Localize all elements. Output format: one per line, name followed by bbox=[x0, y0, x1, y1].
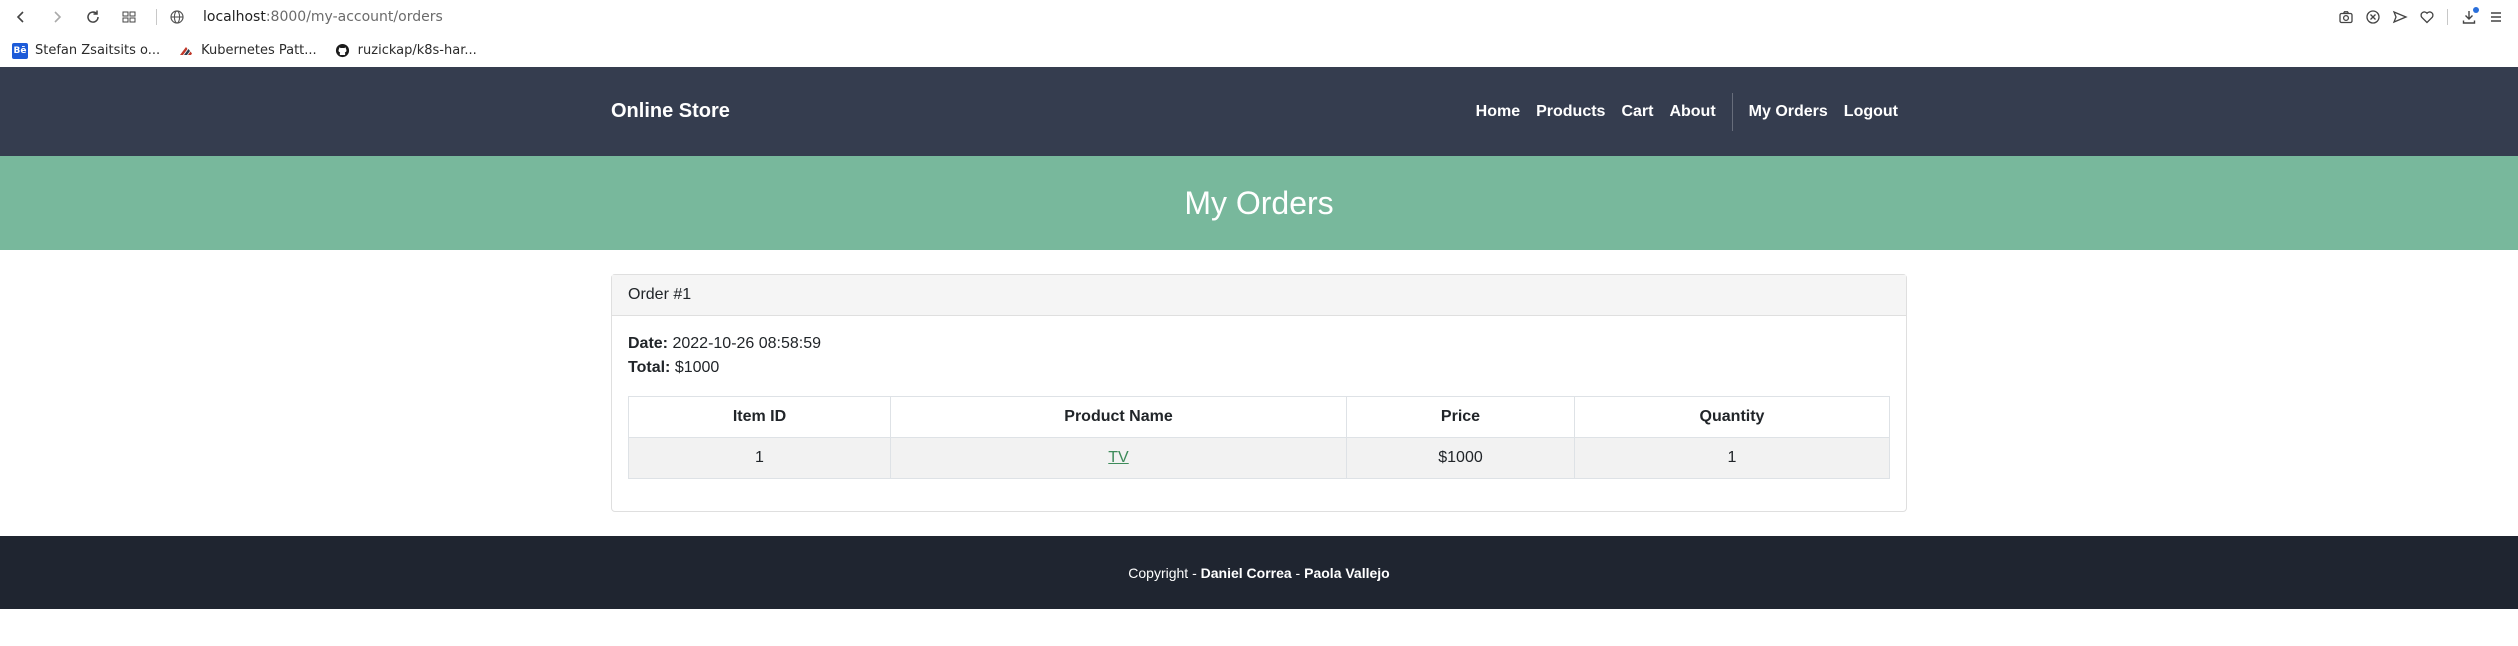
site-info-icon[interactable] bbox=[169, 9, 185, 25]
browser-chrome: localhost:8000/my-account/orders Bē Stef… bbox=[0, 0, 2518, 67]
browser-toolbar-right bbox=[2329, 0, 2506, 34]
cell-item-id: 1 bbox=[628, 437, 891, 479]
behance-icon: Bē bbox=[12, 42, 28, 59]
column-header-quantity: Quantity bbox=[1574, 396, 1890, 438]
order-heading: Order #1 bbox=[612, 275, 1906, 316]
nav-divider bbox=[1731, 92, 1733, 131]
bookmarks-bar: Bē Stefan Zsaitsits o... Kubernetes Patt… bbox=[0, 34, 2518, 67]
brand-link[interactable]: Online Store bbox=[611, 67, 730, 156]
bookmark-label: Stefan Zsaitsits o... bbox=[35, 43, 161, 58]
footer-author-1: Daniel Correa bbox=[1200, 564, 1292, 581]
bookmark-item[interactable]: Kubernetes Patt... bbox=[178, 43, 317, 59]
order-date: Date: 2022-10-26 08:58:59 bbox=[628, 332, 1890, 356]
bookmark-label: ruzickap/k8s-har... bbox=[357, 43, 477, 58]
site-footer: Copyright - Daniel Correa - Paola Vallej… bbox=[0, 536, 2518, 609]
nav-about[interactable]: About bbox=[1669, 103, 1715, 121]
column-header-product-name: Product Name bbox=[890, 396, 1347, 438]
address-bar-row: localhost:8000/my-account/orders bbox=[0, 0, 2518, 34]
footer-text: Copyright - Daniel Correa - Paola Vallej… bbox=[1128, 565, 1389, 581]
nav-links: Home Products Cart About My Orders Logou… bbox=[1460, 67, 1898, 156]
table-header-row: Item ID Product Name Price Quantity bbox=[628, 396, 1890, 438]
footer-separator: - bbox=[1291, 564, 1305, 581]
cell-price: $1000 bbox=[1346, 437, 1575, 479]
page-title: My Orders bbox=[1184, 184, 1334, 221]
bookmark-item[interactable]: Bē Stefan Zsaitsits o... bbox=[12, 42, 161, 59]
column-header-item-id: Item ID bbox=[628, 396, 891, 438]
order-total-label: Total: bbox=[628, 359, 671, 376]
cell-product-name: TV bbox=[890, 437, 1347, 479]
url-host: localhost bbox=[203, 9, 266, 25]
kubernetes-patterns-icon bbox=[178, 43, 194, 59]
page-header: My Orders bbox=[0, 156, 2518, 250]
column-header-price: Price bbox=[1346, 396, 1575, 438]
order-card: Order #1 Date: 2022-10-26 08:58:59 Total… bbox=[611, 274, 1907, 512]
cell-quantity: 1 bbox=[1574, 437, 1890, 479]
download-icon[interactable] bbox=[2459, 7, 2479, 27]
block-icon[interactable] bbox=[2363, 7, 2383, 27]
tab-grid-icon[interactable] bbox=[118, 6, 140, 28]
footer-author-2: Paola Vallejo bbox=[1304, 564, 1390, 581]
page-bottom bbox=[0, 609, 2518, 646]
table-row: 1 TV $1000 1 bbox=[628, 437, 1890, 479]
bookmark-label: Kubernetes Patt... bbox=[201, 43, 317, 58]
nav-home[interactable]: Home bbox=[1476, 103, 1520, 121]
back-icon[interactable] bbox=[10, 6, 32, 28]
download-badge bbox=[2473, 7, 2479, 13]
toolbar-divider bbox=[2447, 9, 2448, 25]
footer-prefix: Copyright - bbox=[1128, 564, 1201, 581]
nav-my-orders[interactable]: My Orders bbox=[1749, 103, 1828, 121]
nav-cart[interactable]: Cart bbox=[1621, 103, 1653, 121]
order-body: Date: 2022-10-26 08:58:59 Total: $1000 I… bbox=[612, 316, 1906, 495]
url-field[interactable]: localhost:8000/my-account/orders bbox=[169, 9, 443, 25]
main-content: Order #1 Date: 2022-10-26 08:58:59 Total… bbox=[0, 250, 2518, 536]
reload-icon[interactable] bbox=[82, 6, 104, 28]
site-navbar: Online Store Home Products Cart About My… bbox=[0, 67, 2518, 156]
url-path: :8000/my-account/orders bbox=[265, 9, 443, 25]
product-link[interactable]: TV bbox=[1108, 449, 1128, 466]
heart-icon[interactable] bbox=[2417, 7, 2437, 27]
address-divider bbox=[156, 9, 157, 25]
order-total: Total: $1000 bbox=[628, 356, 1890, 380]
github-icon bbox=[335, 43, 351, 59]
order-date-value: 2022-10-26 08:58:59 bbox=[672, 335, 822, 352]
menu-icon[interactable] bbox=[2486, 7, 2506, 27]
order-date-label: Date: bbox=[628, 335, 669, 352]
order-total-value: $1000 bbox=[674, 359, 720, 376]
bookmark-item[interactable]: ruzickap/k8s-har... bbox=[335, 43, 477, 59]
send-icon[interactable] bbox=[2390, 7, 2410, 27]
order-items-table: Item ID Product Name Price Quantity 1 TV… bbox=[628, 396, 1890, 479]
camera-icon[interactable] bbox=[2336, 7, 2356, 27]
forward-icon[interactable] bbox=[46, 6, 68, 28]
nav-logout[interactable]: Logout bbox=[1844, 103, 1898, 121]
nav-products[interactable]: Products bbox=[1536, 103, 1605, 121]
